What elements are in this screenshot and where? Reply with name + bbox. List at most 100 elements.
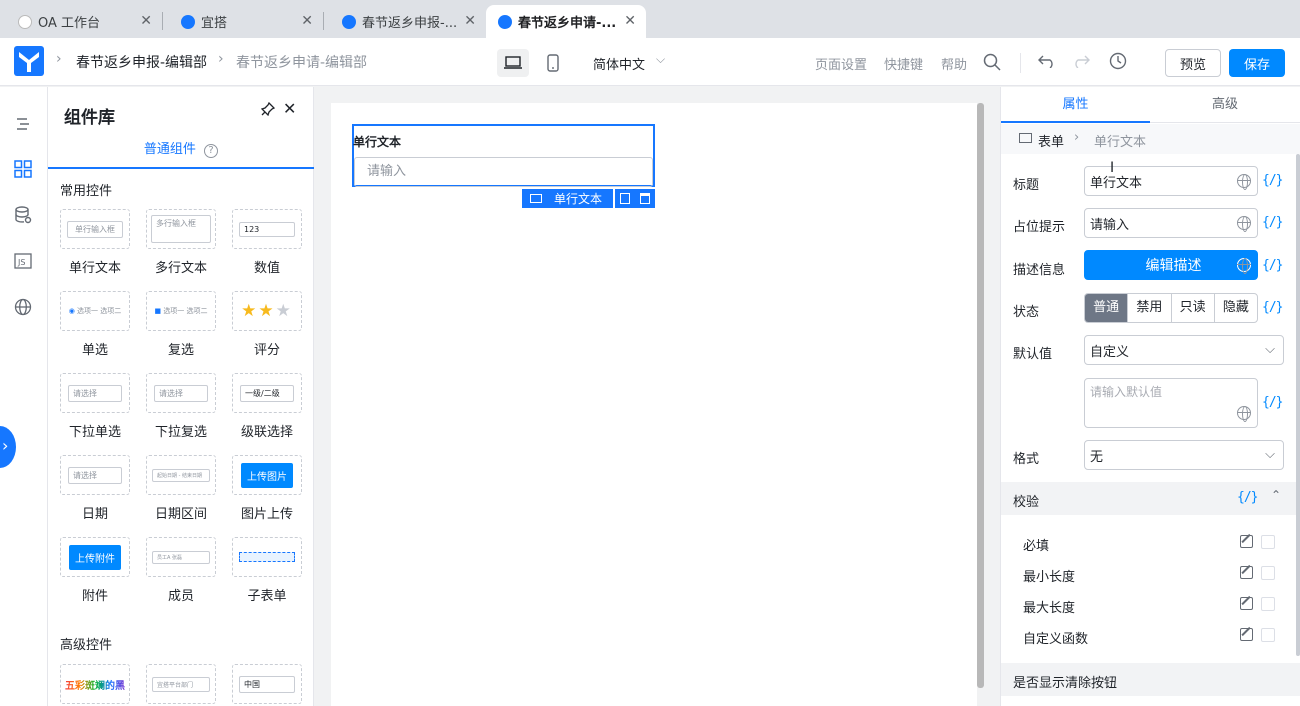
state-disabled-option[interactable]: 禁用 xyxy=(1127,294,1170,322)
selected-field-frame[interactable]: 单行文本 请输入 xyxy=(352,124,655,187)
tab-properties[interactable]: 属性 xyxy=(1001,87,1150,123)
help-link[interactable]: 帮助 xyxy=(941,54,967,73)
panel-title: 组件库 xyxy=(64,108,115,128)
default-value-input[interactable]: 请输入默认值 xyxy=(1084,378,1258,428)
browser-tab-yida[interactable]: 宜搭 ✕ xyxy=(163,5,323,38)
state-normal-option[interactable]: 普通 xyxy=(1085,294,1128,322)
component-department[interactable]: 宜搭平台部门 xyxy=(146,664,216,704)
section-common-controls: 常用控件 xyxy=(60,184,113,199)
fx-binding-icon[interactable]: {/} xyxy=(1262,215,1284,230)
delete-icon[interactable] xyxy=(640,193,650,204)
component-number[interactable]: 123 数值 xyxy=(232,209,302,276)
data-source-icon[interactable] xyxy=(12,204,34,226)
browser-tab-oa[interactable]: OA 工作台 ✕ xyxy=(0,5,162,38)
left-icon-rail: JS › xyxy=(0,87,48,706)
placeholder-input[interactable]: 请输入 xyxy=(1084,208,1258,238)
field-actions xyxy=(615,189,655,208)
fx-binding-icon[interactable]: {/} xyxy=(1262,300,1284,315)
save-button[interactable]: 保存 xyxy=(1229,49,1285,77)
chevron-up-icon[interactable]: ⌃ xyxy=(1271,488,1281,502)
language-select[interactable]: 简体中文 xyxy=(593,54,645,73)
close-tab-icon[interactable]: ✕ xyxy=(140,13,152,29)
component-multi-line-text[interactable]: 多行输入框 多行文本 xyxy=(146,209,216,276)
browser-tab-spring-apply[interactable]: 春节返乡申请-... ✕ xyxy=(486,5,646,38)
pin-icon[interactable] xyxy=(261,102,275,116)
max-length-checkbox[interactable] xyxy=(1261,597,1275,611)
component-subform[interactable]: 子表单 xyxy=(232,537,302,604)
component-color-text[interactable]: 五彩斑斓的黑 xyxy=(60,664,130,704)
edit-icon[interactable] xyxy=(1240,597,1253,610)
fx-binding-icon[interactable]: {/} xyxy=(1262,258,1284,273)
component-checkbox[interactable]: ■ 选项一 选项二 复选 xyxy=(146,291,216,358)
browser-tab-spring-report[interactable]: 春节返乡申报-... ✕ xyxy=(324,5,486,38)
component-rating[interactable]: ★★★ 评分 xyxy=(232,291,302,358)
chevron-down-icon: ⌵ xyxy=(1265,342,1275,357)
globe-icon[interactable] xyxy=(12,296,34,318)
fx-binding-icon[interactable]: {/} xyxy=(1262,173,1284,188)
mobile-view-button[interactable] xyxy=(538,49,568,77)
component-dropdown-multi[interactable]: 请选择 下拉复选 xyxy=(146,373,216,440)
custom-function-checkbox[interactable] xyxy=(1261,628,1275,642)
required-checkbox[interactable] xyxy=(1261,535,1275,549)
component-cascade-select[interactable]: 一级/二级 级联选择 xyxy=(232,373,302,440)
close-tab-icon[interactable]: ✕ xyxy=(624,13,636,29)
component-country[interactable]: 中国 xyxy=(232,664,302,704)
component-member[interactable]: 员工A 张磊 成员 xyxy=(146,537,216,604)
canvas-scrollbar[interactable] xyxy=(977,103,984,688)
oa-favicon-icon xyxy=(18,14,32,29)
undo-icon[interactable] xyxy=(1038,54,1056,68)
field-input[interactable]: 请输入 xyxy=(354,157,653,187)
props-scrollbar[interactable] xyxy=(1296,154,1300,656)
outline-icon[interactable] xyxy=(12,113,34,135)
clear-button-section-header[interactable]: 是否显示清除按钮 xyxy=(1001,663,1300,696)
min-length-checkbox[interactable] xyxy=(1261,566,1275,580)
edit-icon[interactable] xyxy=(1240,628,1253,641)
chevron-down-icon[interactable]: ⌵ xyxy=(656,52,665,67)
form-canvas[interactable]: 单行文本 请输入 单行文本 xyxy=(331,103,977,706)
js-code-icon[interactable]: JS xyxy=(12,250,34,272)
tab-common-components[interactable]: 普通组件 ? xyxy=(48,135,314,169)
yida-logo-icon[interactable] xyxy=(14,46,44,76)
globe-icon[interactable] xyxy=(1237,216,1251,232)
page-settings-link[interactable]: 页面设置 xyxy=(815,54,867,73)
component-image-upload[interactable]: 上传图片 图片上传 xyxy=(232,455,302,522)
breadcrumb-app[interactable]: 春节返乡申报-编辑部 xyxy=(76,52,207,72)
shortcuts-link[interactable]: 快捷键 xyxy=(884,54,923,73)
component-single-line-text[interactable]: 单行输入框 单行文本 xyxy=(60,209,130,276)
app-favicon-icon xyxy=(342,14,356,29)
edit-icon[interactable] xyxy=(1240,566,1253,579)
format-select[interactable]: 无 ⌵ xyxy=(1084,440,1284,470)
component-date[interactable]: 请选择 日期 xyxy=(60,455,130,522)
redo-icon[interactable] xyxy=(1072,54,1090,68)
state-hidden-option[interactable]: 隐藏 xyxy=(1213,294,1257,322)
globe-icon[interactable] xyxy=(1237,174,1251,190)
preview-button[interactable]: 预览 xyxy=(1165,49,1221,77)
field-type-tag[interactable]: 单行文本 xyxy=(522,189,613,208)
close-icon[interactable]: ✕ xyxy=(283,99,296,118)
copy-icon[interactable] xyxy=(620,193,630,204)
component-date-range[interactable]: 起始日期 - 结束日期 日期区间 xyxy=(146,455,216,522)
validation-section-header[interactable]: 校验 {/} ⌃ xyxy=(1001,482,1300,515)
globe-icon[interactable] xyxy=(1237,406,1251,422)
fx-binding-icon[interactable]: {/} xyxy=(1237,490,1259,505)
breadcrumb-page[interactable]: 春节返乡申请-编辑部 xyxy=(236,52,367,72)
edit-icon[interactable] xyxy=(1240,535,1253,548)
component-library-icon[interactable] xyxy=(12,158,34,180)
component-attachment[interactable]: 上传附件 附件 xyxy=(60,537,130,604)
floating-assistant-button[interactable]: › xyxy=(0,426,16,468)
desktop-view-button[interactable] xyxy=(497,49,529,77)
fx-binding-icon[interactable]: {/} xyxy=(1262,395,1284,410)
globe-icon[interactable] xyxy=(1237,258,1251,274)
component-radio[interactable]: ◉ 选项一 选项二 单选 xyxy=(60,291,130,358)
help-circle-icon[interactable]: ? xyxy=(204,144,219,158)
component-dropdown-single[interactable]: 请选择 下拉单选 xyxy=(60,373,130,440)
edit-description-button[interactable]: 编辑描述 xyxy=(1084,250,1258,280)
tab-advanced[interactable]: 高级 xyxy=(1150,87,1300,123)
history-icon[interactable] xyxy=(1109,52,1127,70)
default-value-select[interactable]: 自定义 ⌵ xyxy=(1084,335,1284,365)
close-tab-icon[interactable]: ✕ xyxy=(464,13,476,29)
yida-favicon-icon xyxy=(181,14,195,29)
search-icon[interactable] xyxy=(983,53,1001,71)
close-tab-icon[interactable]: ✕ xyxy=(301,13,313,29)
state-readonly-option[interactable]: 只读 xyxy=(1170,294,1214,322)
